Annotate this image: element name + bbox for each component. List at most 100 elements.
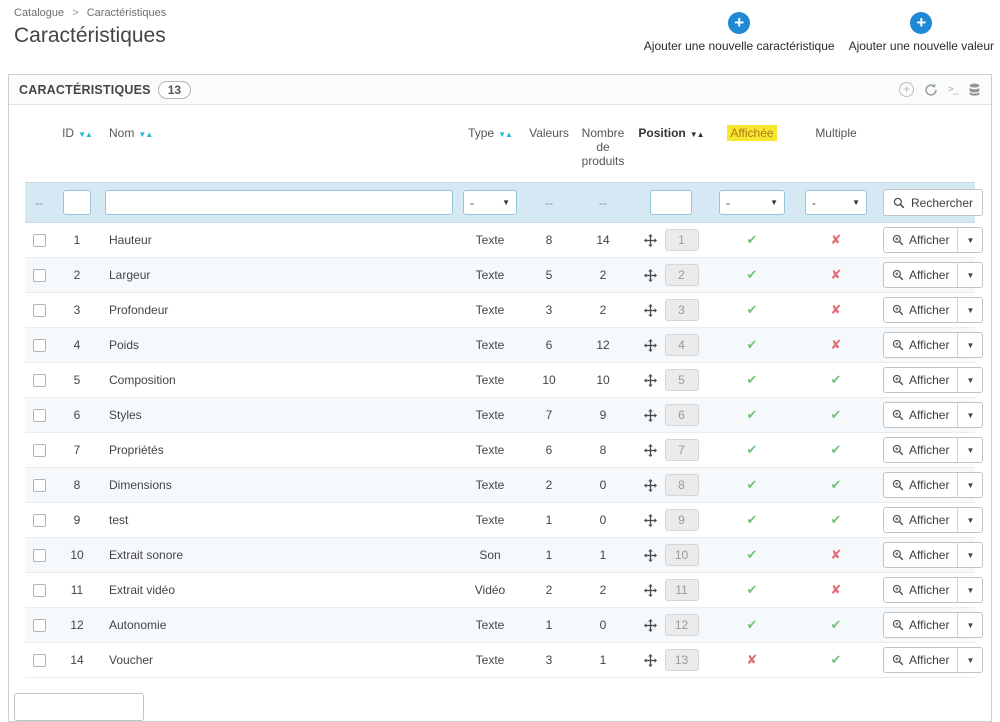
row-action-dropdown[interactable]: ▼ <box>957 298 982 322</box>
cross-icon[interactable]: ✘ <box>831 547 842 562</box>
filter-position-input[interactable] <box>650 190 692 215</box>
check-icon[interactable]: ✔ <box>831 442 842 457</box>
move-icon[interactable] <box>643 338 657 352</box>
row-checkbox[interactable] <box>32 234 46 248</box>
check-icon[interactable]: ✔ <box>747 512 758 527</box>
row-checkbox[interactable] <box>32 479 46 493</box>
row-action-dropdown[interactable]: ▼ <box>957 263 982 287</box>
row-action-dropdown[interactable]: ▼ <box>957 508 982 532</box>
view-button[interactable]: Afficher <box>884 298 957 322</box>
column-header-id[interactable]: ID ▼▲ <box>53 105 101 183</box>
row-action-dropdown[interactable]: ▼ <box>957 578 982 602</box>
column-header-nom[interactable]: Nom ▼▲ <box>101 105 457 183</box>
cross-icon[interactable]: ✘ <box>831 582 842 597</box>
view-button[interactable]: Afficher <box>884 473 957 497</box>
filter-nom-input[interactable] <box>105 190 453 215</box>
view-button[interactable]: Afficher <box>884 333 957 357</box>
view-button[interactable]: Afficher <box>884 508 957 532</box>
cross-icon[interactable]: ✘ <box>831 302 842 317</box>
row-action-dropdown[interactable]: ▼ <box>957 368 982 392</box>
row-checkbox[interactable] <box>32 304 46 318</box>
move-icon[interactable] <box>643 233 657 247</box>
sort-icons[interactable]: ▼▲ <box>78 130 93 139</box>
move-icon[interactable] <box>643 513 657 527</box>
check-icon[interactable]: ✔ <box>747 547 758 562</box>
view-button[interactable]: Afficher <box>884 228 957 252</box>
filter-id-input[interactable] <box>63 190 91 215</box>
check-icon[interactable]: ✔ <box>831 477 842 492</box>
sort-icons[interactable]: ▼▲ <box>138 130 153 139</box>
cross-icon[interactable]: ✘ <box>831 267 842 282</box>
check-icon[interactable]: ✔ <box>831 512 842 527</box>
move-icon[interactable] <box>643 583 657 597</box>
add-feature-button[interactable]: + Ajouter une nouvelle caractéristique <box>644 12 835 53</box>
move-icon[interactable] <box>643 548 657 562</box>
view-button[interactable]: Afficher <box>884 438 957 462</box>
row-action-dropdown[interactable]: ▼ <box>957 228 982 252</box>
database-icon[interactable] <box>968 83 981 96</box>
row-checkbox[interactable] <box>32 549 46 563</box>
search-button[interactable]: Rechercher <box>883 189 984 216</box>
add-icon[interactable]: + <box>898 82 914 97</box>
cross-icon[interactable]: ✘ <box>831 232 842 247</box>
check-icon[interactable]: ✔ <box>747 477 758 492</box>
row-checkbox[interactable] <box>32 514 46 528</box>
filter-multiple-select[interactable]: - ▼ <box>805 190 867 215</box>
refresh-icon[interactable] <box>924 83 938 97</box>
breadcrumb-item-catalogue[interactable]: Catalogue <box>14 7 64 19</box>
filter-type-select[interactable]: - ▼ <box>463 190 517 215</box>
move-icon[interactable] <box>643 268 657 282</box>
row-action-dropdown[interactable]: ▼ <box>957 438 982 462</box>
row-action-dropdown[interactable]: ▼ <box>957 648 982 672</box>
row-checkbox[interactable] <box>32 409 46 423</box>
check-icon[interactable]: ✔ <box>747 582 758 597</box>
view-button[interactable]: Afficher <box>884 368 957 392</box>
row-checkbox[interactable] <box>32 619 46 633</box>
check-icon[interactable]: ✔ <box>747 442 758 457</box>
sort-icons[interactable]: ▼▲ <box>690 130 705 139</box>
row-checkbox[interactable] <box>32 339 46 353</box>
view-button[interactable]: Afficher <box>884 578 957 602</box>
check-icon[interactable]: ✔ <box>747 267 758 282</box>
view-button[interactable]: Afficher <box>884 403 957 427</box>
view-button[interactable]: Afficher <box>884 263 957 287</box>
cross-icon[interactable]: ✘ <box>747 652 758 667</box>
move-icon[interactable] <box>643 478 657 492</box>
row-checkbox[interactable] <box>32 584 46 598</box>
row-action-dropdown[interactable]: ▼ <box>957 613 982 637</box>
move-icon[interactable] <box>643 443 657 457</box>
bulk-actions-button[interactable] <box>14 693 144 721</box>
check-icon[interactable]: ✔ <box>831 372 842 387</box>
move-icon[interactable] <box>643 408 657 422</box>
check-icon[interactable]: ✔ <box>831 652 842 667</box>
terminal-icon[interactable]: >_ <box>948 84 959 95</box>
move-icon[interactable] <box>643 303 657 317</box>
check-icon[interactable]: ✔ <box>747 372 758 387</box>
sort-icons[interactable]: ▼▲ <box>498 130 513 139</box>
check-icon[interactable]: ✔ <box>747 407 758 422</box>
column-header-type[interactable]: Type ▼▲ <box>457 105 523 183</box>
row-checkbox[interactable] <box>32 374 46 388</box>
row-checkbox[interactable] <box>32 444 46 458</box>
cross-icon[interactable]: ✘ <box>831 337 842 352</box>
add-value-button[interactable]: + Ajouter une nouvelle valeur <box>849 12 994 53</box>
view-button[interactable]: Afficher <box>884 613 957 637</box>
move-icon[interactable] <box>643 618 657 632</box>
row-action-dropdown[interactable]: ▼ <box>957 403 982 427</box>
check-icon[interactable]: ✔ <box>747 617 758 632</box>
row-checkbox[interactable] <box>32 654 46 668</box>
column-header-position[interactable]: Position ▼▲ <box>631 105 711 183</box>
move-icon[interactable] <box>643 373 657 387</box>
row-action-dropdown[interactable]: ▼ <box>957 473 982 497</box>
check-icon[interactable]: ✔ <box>747 337 758 352</box>
check-icon[interactable]: ✔ <box>747 302 758 317</box>
row-action-dropdown[interactable]: ▼ <box>957 333 982 357</box>
move-icon[interactable] <box>643 653 657 667</box>
row-action-dropdown[interactable]: ▼ <box>957 543 982 567</box>
check-icon[interactable]: ✔ <box>747 232 758 247</box>
view-button[interactable]: Afficher <box>884 648 957 672</box>
check-icon[interactable]: ✔ <box>831 617 842 632</box>
view-button[interactable]: Afficher <box>884 543 957 567</box>
check-icon[interactable]: ✔ <box>831 407 842 422</box>
row-checkbox[interactable] <box>32 269 46 283</box>
